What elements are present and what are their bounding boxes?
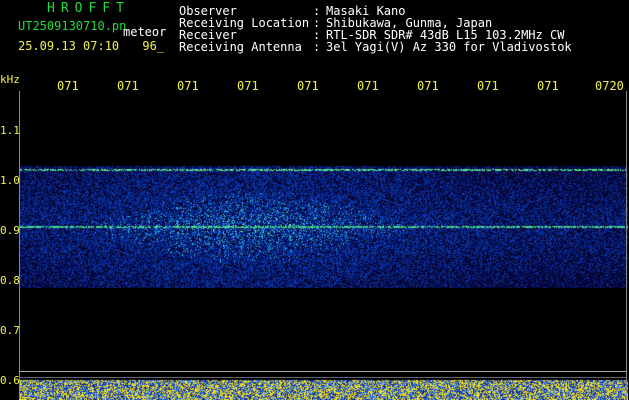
frame-code: 96_ bbox=[142, 39, 165, 53]
y-tick-label: 0.7 bbox=[0, 324, 20, 337]
file-name: UT2509130710.pn bbox=[18, 19, 127, 33]
y-tick-label: 0.9 bbox=[0, 224, 20, 237]
spectrogram-frame bbox=[19, 91, 627, 399]
baseline-divider bbox=[19, 377, 627, 378]
y-tick-label: 1.1 bbox=[0, 124, 20, 137]
y-tick-label: 0.8 bbox=[0, 274, 20, 287]
timestamp: 25.09.13 07:10 96_ bbox=[18, 40, 164, 52]
y-axis-unit: kHz bbox=[0, 73, 20, 86]
info-key: Receiving Antenna bbox=[179, 40, 302, 54]
y-tick-label: 1.0 bbox=[0, 174, 20, 187]
y-tick-label: 0.6 bbox=[0, 374, 20, 387]
info-colon: : bbox=[313, 40, 321, 54]
info-value: 3el Yagi(V) Az 330 for Vladivostok bbox=[326, 40, 572, 54]
app-title: HROFFT bbox=[47, 1, 130, 16]
baseline-divider bbox=[19, 371, 627, 372]
timestamp-value: 25.09.13 07:10 bbox=[18, 39, 120, 53]
mode-label: meteor bbox=[123, 25, 167, 39]
